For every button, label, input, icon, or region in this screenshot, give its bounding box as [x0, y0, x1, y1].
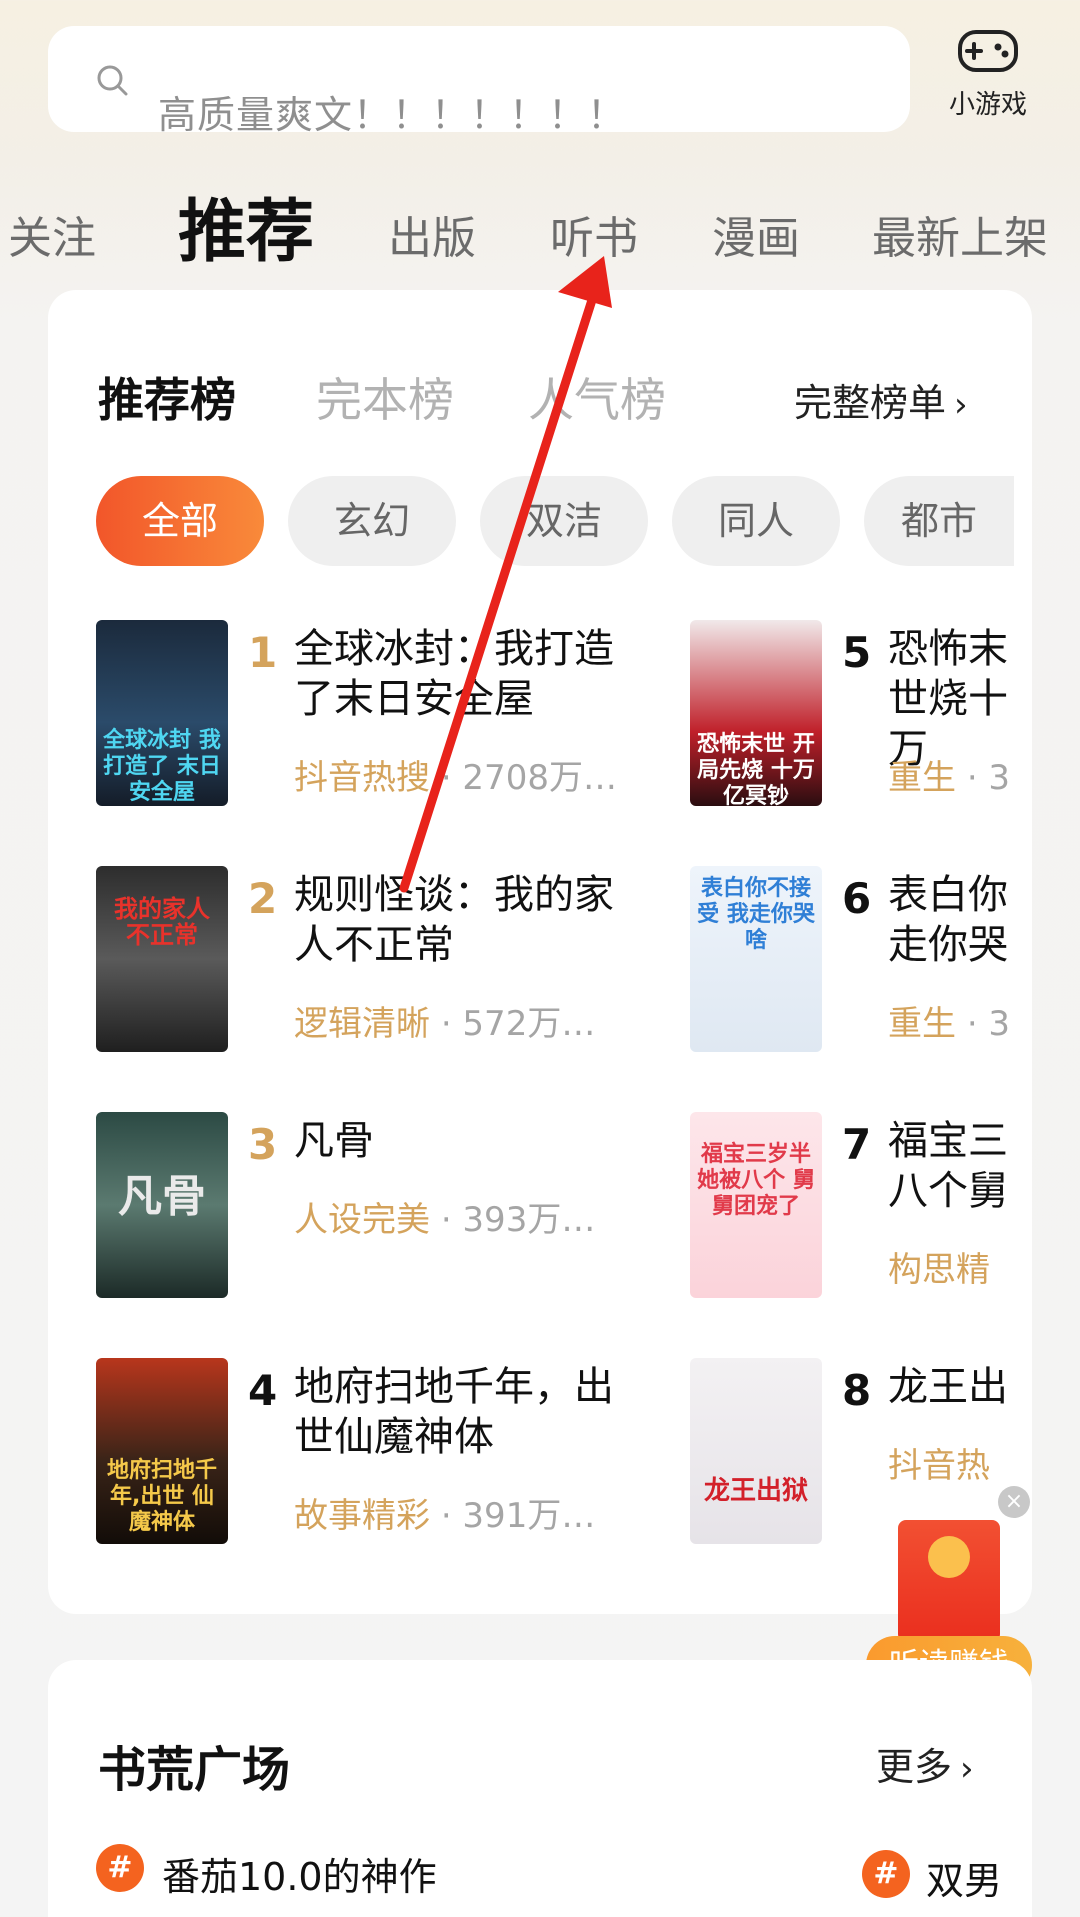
book-title: 地府扫地千年，出世仙魔神体 — [294, 1364, 614, 1460]
book-item[interactable]: 凡骨 3 凡骨 人设完美 · 393万… — [96, 1112, 656, 1312]
book-title: 凡骨 — [294, 1118, 374, 1164]
book-cover: 恐怖末世 开局先烧 十万亿冥钞 — [690, 620, 822, 806]
more-link[interactable]: 更多 › — [876, 1736, 974, 1791]
rank-number: 5 — [842, 628, 872, 677]
book-count: · 393万… — [440, 1200, 596, 1240]
book-cover: 我的家人 不正常 — [96, 866, 228, 1052]
rank-number: 6 — [842, 874, 872, 923]
mini-game-button[interactable]: 小游戏 — [938, 22, 1038, 132]
book-item[interactable]: 地府扫地千年,出世 仙魔神体 4 地府扫地千年，出世仙魔神体 故事精彩 · 39… — [96, 1358, 656, 1558]
book-item[interactable]: 我的家人 不正常 2 规则怪谈：我的家人不正常 逻辑清晰 · 572万… — [96, 866, 656, 1066]
more-label: 更多 — [876, 1745, 953, 1789]
tab-follow[interactable]: 关注 — [8, 202, 96, 266]
book-tag: 逻辑清晰 — [294, 1004, 430, 1044]
topic-item[interactable]: 双男 — [926, 1850, 1002, 1905]
chevron-right-icon: › — [960, 1749, 974, 1789]
cover-title: 地府扫地千年,出世 仙魔神体 — [106, 1458, 217, 1535]
chip-fanfic[interactable]: 同人 — [672, 476, 840, 566]
book-title: 规则怪谈：我的家人不正常 — [294, 872, 614, 968]
book-item[interactable]: 全球冰封 我打造了 末日安全屋 1 全球冰封：我打造了末日安全屋 抖音热搜 · … — [96, 620, 656, 820]
rank-number: 2 — [248, 874, 278, 923]
book-meta: 逻辑清晰 · 572万… — [294, 996, 595, 1045]
tab-recommend[interactable]: 推荐 — [178, 176, 314, 275]
chip-fantasy[interactable]: 玄幻 — [288, 476, 456, 566]
rank-number: 1 — [248, 628, 278, 677]
cover-title: 福宝三岁半 她被八个 舅舅团宠了 — [697, 1142, 815, 1219]
tab-comics[interactable]: 漫画 — [712, 202, 800, 266]
cover-title: 表白你不接受 我走你哭啥 — [697, 876, 815, 953]
chip-all[interactable]: 全部 — [96, 476, 264, 566]
book-title: 表白你走你哭 — [888, 872, 1008, 968]
book-meta: 抖音热 — [888, 1438, 990, 1487]
topic-item[interactable]: 番茄10.0的神作 — [162, 1846, 437, 1901]
mini-game-label: 小游戏 — [948, 90, 1027, 120]
gamepad-icon — [958, 30, 1018, 72]
hashtag-icon: # — [862, 1850, 910, 1898]
chip-pure-love[interactable]: 双洁 — [480, 476, 648, 566]
book-tag: 故事精彩 — [294, 1496, 430, 1536]
book-meta: 故事精彩 · 391万… — [294, 1488, 595, 1537]
book-item[interactable]: 恐怖末世 开局先烧 十万亿冥钞 5 恐怖末世烧十万 重生 · 3 — [690, 620, 1012, 820]
book-tag: 人设完美 — [294, 1200, 430, 1240]
book-tag: 重生 — [888, 758, 956, 798]
search-icon — [97, 65, 128, 96]
tab-recommend-list[interactable]: 推荐榜 — [98, 364, 236, 430]
book-tag: 构思精 — [888, 1250, 990, 1290]
cover-title: 凡骨 — [118, 1171, 206, 1222]
book-count: · 572万… — [440, 1004, 596, 1044]
full-list-label: 完整榜单 — [794, 381, 947, 425]
book-title: 福宝三八个舅 — [888, 1118, 1008, 1214]
chevron-right-icon: › — [954, 385, 968, 425]
rank-number: 4 — [248, 1366, 278, 1415]
book-cover: 全球冰封 我打造了 末日安全屋 — [96, 620, 228, 806]
cover-title: 恐怖末世 开局先烧 十万亿冥钞 — [697, 732, 815, 806]
book-meta: 抖音热搜 · 2708万… — [294, 750, 617, 799]
coin-icon — [928, 1536, 970, 1578]
book-count: · 391万… — [440, 1496, 596, 1536]
red-packet[interactable] — [898, 1520, 1000, 1642]
book-count: · 3 — [966, 758, 1011, 798]
chip-urban[interactable]: 都市 — [864, 476, 1014, 566]
book-cover: 福宝三岁半 她被八个 舅舅团宠了 — [690, 1112, 822, 1298]
book-tag: 抖音热 — [888, 1446, 990, 1486]
rank-number: 3 — [248, 1120, 278, 1169]
book-item[interactable]: 表白你不接受 我走你哭啥 6 表白你走你哭 重生 · 3 — [690, 866, 1012, 1066]
book-title: 全球冰封：我打造了末日安全屋 — [294, 626, 614, 722]
book-item[interactable]: 福宝三岁半 她被八个 舅舅团宠了 7 福宝三八个舅 构思精 — [690, 1112, 1012, 1312]
tab-publish[interactable]: 出版 — [388, 202, 476, 266]
book-cover: 表白你不接受 我走你哭啥 — [690, 866, 822, 1052]
full-list-link[interactable]: 完整榜单 › — [794, 372, 968, 427]
rank-number: 7 — [842, 1120, 872, 1169]
close-icon[interactable]: × — [998, 1486, 1030, 1518]
book-cover: 龙王出狱 — [690, 1358, 822, 1544]
book-count: · 2708万… — [440, 758, 617, 798]
book-tag: 抖音热搜 — [294, 758, 430, 798]
rank-number: 8 — [842, 1366, 872, 1415]
cover-title: 龙王出狱 — [703, 1476, 808, 1506]
tab-new-arrivals[interactable]: 最新上架 — [872, 202, 1048, 266]
section-title: 书荒广场 — [98, 1742, 291, 1798]
book-meta: 构思精 — [888, 1242, 990, 1291]
cover-title: 我的家人 不正常 — [114, 895, 210, 949]
book-tag: 重生 — [888, 1004, 956, 1044]
search-placeholder: 高质量爽文！！！！！！！ — [158, 93, 627, 137]
search-bar[interactable]: 高质量爽文！！！！！！！ — [48, 26, 910, 137]
book-meta: 人设完美 · 393万… — [294, 1192, 595, 1241]
book-title: 龙王出 — [888, 1364, 1008, 1410]
tab-popular-list[interactable]: 人气榜 — [528, 364, 666, 430]
book-cover: 凡骨 — [96, 1112, 228, 1298]
book-cover: 地府扫地千年,出世 仙魔神体 — [96, 1358, 228, 1544]
tab-completed-list[interactable]: 完本榜 — [316, 364, 454, 430]
book-meta: 重生 · 3 — [888, 750, 1010, 799]
cover-title: 全球冰封 我打造了 末日安全屋 — [103, 728, 221, 805]
tab-audiobook[interactable]: 听书 — [550, 202, 638, 266]
book-meta: 重生 · 3 — [888, 996, 1010, 1045]
hashtag-icon: # — [96, 1844, 144, 1892]
book-count: · 3 — [966, 1004, 1011, 1044]
